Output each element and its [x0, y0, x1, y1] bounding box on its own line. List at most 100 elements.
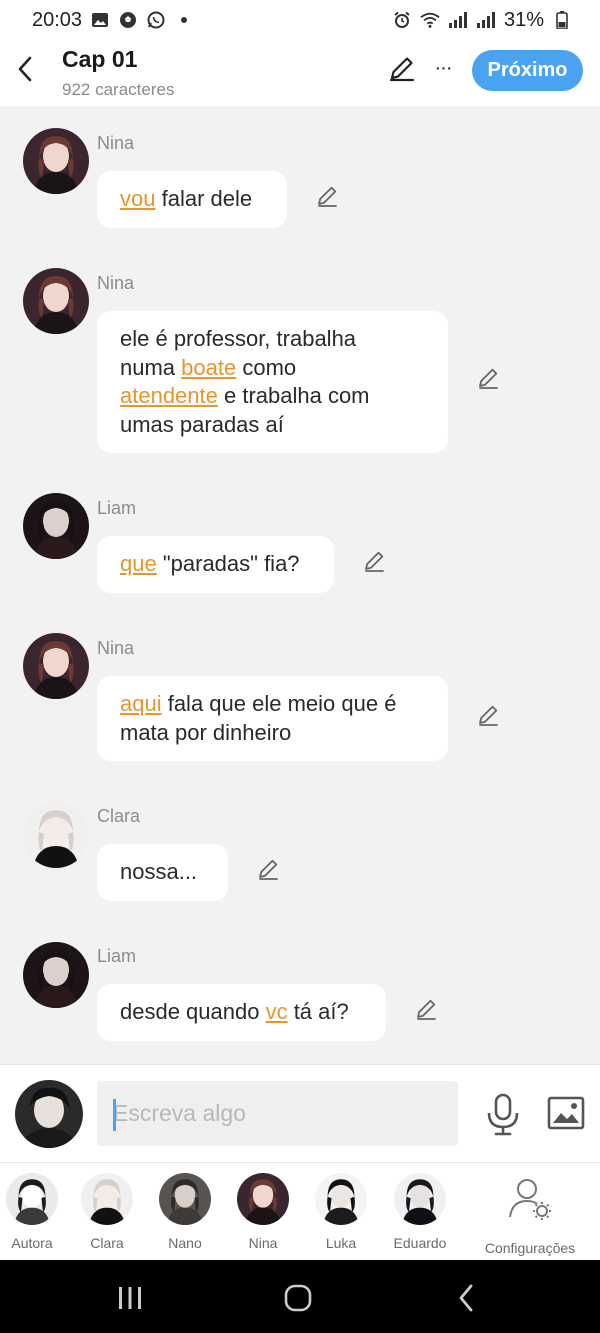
character-bar: Configurações Autora Clara Nano Nina Luka Edu…: [0, 1162, 600, 1260]
sender-name: Clara: [97, 806, 141, 826]
character-name: Eduardo: [393, 1235, 447, 1251]
sender-name: Liam: [97, 946, 137, 966]
signal-icon-2: [476, 11, 496, 29]
message-text: mata por dinheiro: [120, 719, 292, 745]
message-text: umas paradas aí: [120, 411, 284, 437]
whatsapp-icon: [146, 11, 166, 29]
battery-icon: [552, 11, 572, 29]
sender-name: Nina: [97, 273, 135, 293]
settings-label: Configurações: [484, 1240, 576, 1256]
character-avatar: [159, 1173, 211, 1225]
message-text: e trabalha com: [217, 383, 370, 408]
highlighted-word[interactable]: vc: [266, 999, 288, 1024]
current-character-avatar[interactable]: [15, 1080, 83, 1148]
next-button[interactable]: Próximo: [472, 50, 583, 91]
message-bubble[interactable]: aqui fala que ele meio que é mata por din…: [97, 676, 448, 761]
highlighted-word[interactable]: que: [120, 551, 157, 576]
message-bubble[interactable]: ele é professor, trabalha numa boate como…: [97, 311, 448, 453]
message-bubble[interactable]: nossa...: [97, 844, 228, 901]
character-name: Clara: [90, 1235, 124, 1251]
highlighted-word[interactable]: atendente: [120, 383, 218, 408]
message-input[interactable]: [97, 1081, 458, 1146]
back-arrow-icon: [459, 1284, 473, 1312]
home-button[interactable]: [278, 1280, 318, 1316]
image-button[interactable]: [547, 1095, 585, 1131]
message-text: nossa...: [120, 859, 198, 884]
message-text: ele é professor, trabalha: [120, 326, 357, 351]
alarm-icon: [392, 11, 412, 29]
image-icon: [547, 1096, 585, 1130]
character-avatar: [394, 1173, 446, 1225]
character-name: Nina: [248, 1235, 278, 1251]
edit-message-icon[interactable]: [415, 997, 439, 1021]
system-nav-bar: [0, 1260, 600, 1333]
microphone-icon: [487, 1093, 519, 1136]
gallery-icon: [90, 11, 110, 29]
sender-name: Nina: [97, 638, 135, 658]
chapter-title[interactable]: Cap 01: [62, 46, 137, 73]
sender-avatar[interactable]: [23, 128, 89, 194]
edit-message-icon[interactable]: [316, 184, 340, 208]
recent-apps-button[interactable]: [110, 1280, 150, 1316]
pencil-icon: [389, 57, 415, 82]
chapter-header: Cap 01 922 caracteres ··· Próximo: [0, 40, 600, 106]
status-time: 20:03: [32, 8, 83, 31]
sender-name: Nina: [97, 133, 135, 153]
sender-avatar[interactable]: [23, 942, 89, 1008]
sender-name: Liam: [97, 498, 137, 518]
message-text: tá aí?: [287, 999, 349, 1024]
message-text: desde quando: [120, 999, 266, 1024]
composer-bar: [0, 1064, 600, 1162]
sender-avatar[interactable]: [23, 268, 89, 334]
highlighted-word[interactable]: aqui: [120, 691, 162, 716]
character-avatar: [237, 1173, 289, 1225]
character-name: Nano: [168, 1235, 202, 1251]
more-options-button[interactable]: ···: [430, 54, 456, 82]
character-avatar: [81, 1173, 133, 1225]
message-bubble[interactable]: vou falar dele: [97, 171, 287, 228]
character-name: Luka: [325, 1235, 357, 1251]
message-text: fala que ele meio que é: [161, 691, 397, 716]
character-chip-luka[interactable]: Luka: [301, 1173, 381, 1251]
message-bubble[interactable]: desde quando vc tá aí?: [97, 984, 386, 1041]
battery-percent: 31%: [503, 8, 544, 31]
edit-message-icon[interactable]: [257, 857, 281, 881]
message-text: como: [236, 354, 297, 380]
signal-icon: [448, 11, 468, 29]
back-nav-button[interactable]: [446, 1280, 486, 1316]
character-avatar: [6, 1173, 58, 1225]
character-chip-eduardo[interactable]: Eduardo: [380, 1173, 460, 1251]
character-name: Autora: [11, 1235, 53, 1251]
sender-avatar[interactable]: [23, 802, 89, 868]
status-bar: 20:03 31%: [0, 0, 600, 40]
status-right: 31%: [392, 9, 572, 32]
text-cursor: [113, 1099, 116, 1131]
notification-dot-icon: [174, 11, 194, 29]
character-chip-autora[interactable]: Autora: [0, 1173, 72, 1251]
message-text: numa: [120, 354, 182, 380]
sender-avatar[interactable]: [23, 493, 89, 559]
highlighted-word[interactable]: vou: [120, 186, 155, 211]
edit-message-icon[interactable]: [477, 366, 501, 390]
character-chip-nano[interactable]: Nano: [145, 1173, 225, 1251]
message-text: falar dele: [155, 186, 253, 211]
back-button[interactable]: [12, 52, 38, 86]
wifi-icon: [420, 11, 440, 29]
character-avatar: [315, 1173, 367, 1225]
highlighted-word[interactable]: boate: [181, 355, 236, 380]
sender-avatar[interactable]: [23, 633, 89, 699]
character-chip-nina[interactable]: Nina: [223, 1173, 303, 1251]
status-left: 20:03: [32, 9, 194, 32]
edit-title-button[interactable]: [388, 54, 416, 82]
message-text: "paradas" fia?: [156, 551, 300, 576]
chevron-left-icon: [18, 56, 32, 82]
microphone-button[interactable]: [485, 1093, 521, 1137]
soccer-ball-icon: [118, 11, 138, 29]
edit-message-icon[interactable]: [363, 549, 387, 573]
recent-apps-icon: [119, 1287, 141, 1309]
home-icon: [284, 1284, 312, 1312]
message-bubble[interactable]: que "paradas" fia?: [97, 536, 334, 593]
settings-button[interactable]: Configurações: [480, 1173, 580, 1256]
edit-message-icon[interactable]: [477, 703, 501, 727]
character-chip-clara[interactable]: Clara: [67, 1173, 147, 1251]
